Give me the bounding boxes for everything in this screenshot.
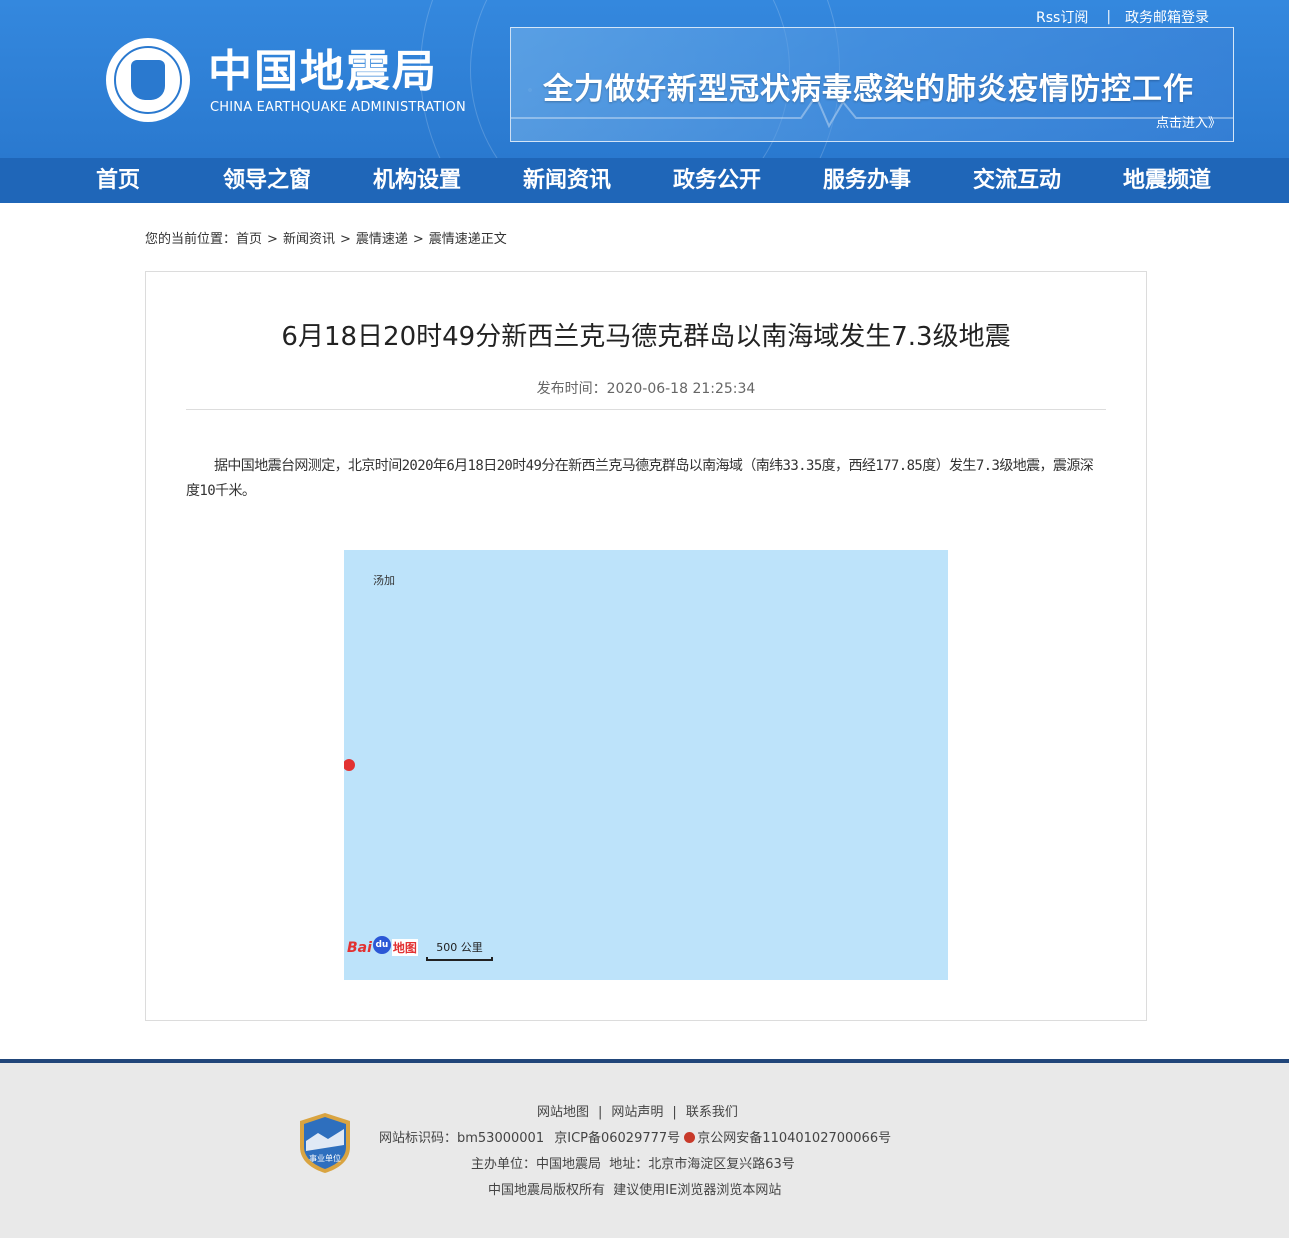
nav-item-earthquake-channel[interactable]: 地震频道 — [1123, 158, 1211, 203]
icp-link[interactable]: 京ICP备06029777号 — [554, 1131, 680, 1146]
footer-link-separator: | — [672, 1105, 677, 1120]
article-panel: 6月18日20时49分新西兰克马德克群岛以南海域发生7.3级地震 发布时间：20… — [145, 271, 1147, 1021]
breadcrumb-item-news[interactable]: 新闻资讯 — [283, 232, 335, 247]
article-body: 据中国地震台网测定，北京时间2020年6月18日20时49分在新西兰克马德克群岛… — [186, 458, 1094, 499]
article-publish-time: 发布时间：2020-06-18 21:25:34 — [536, 381, 756, 397]
article-divider — [186, 409, 1106, 410]
map-scale-bar: 500 公里 — [426, 939, 493, 961]
map-place-label: 汤加 — [373, 574, 395, 587]
footer-link-separator: | — [598, 1105, 603, 1120]
epidemic-banner[interactable]: 全力做好新型冠状病毒感染的肺炎疫情防控工作 点击进入》 — [510, 27, 1234, 142]
nav-item-interaction[interactable]: 交流互动 — [973, 158, 1061, 203]
baidu-logo-text: Bai — [347, 940, 372, 956]
article-title: 6月18日20时49分新西兰克马德克群岛以南海域发生7.3级地震 — [281, 322, 1011, 352]
breadcrumb-item-home[interactable]: 首页 — [236, 232, 262, 247]
emblem-core — [131, 60, 165, 100]
footer-link-contact[interactable]: 联系我们 — [686, 1105, 738, 1120]
breadcrumb-item-current: 震情速递正文 — [428, 232, 507, 247]
map-scale-label: 500 公里 — [436, 941, 483, 954]
nav-item-organization[interactable]: 机构设置 — [373, 158, 461, 203]
nav-item-news[interactable]: 新闻资讯 — [523, 158, 611, 203]
baidu-ditu-text: 地图 — [391, 939, 418, 956]
site-code-text: 网站标识码：bm53000001 — [379, 1131, 545, 1146]
breadcrumb: 您的当前位置：首页 > 新闻资讯 > 震情速递 > 震情速递正文 — [145, 228, 507, 247]
epicenter-marker[interactable] — [344, 759, 355, 771]
police-record-link[interactable]: 京公网安备11040102700066号 — [697, 1131, 891, 1146]
footer-host-line: 主办单位：中国地震局 地址：北京市海淀区复兴路63号 — [471, 1157, 795, 1172]
top-links-separator: | — [1106, 9, 1112, 25]
footer-link-statement[interactable]: 网站声明 — [611, 1105, 663, 1120]
banner-title: 全力做好新型冠状病毒感染的肺炎疫情防控工作 — [543, 72, 1194, 107]
public-institution-badge[interactable]: 事业单位 — [298, 1111, 352, 1175]
nav-item-services[interactable]: 服务办事 — [823, 158, 911, 203]
police-badge-icon — [684, 1132, 696, 1143]
badge-label: 事业单位 — [309, 1153, 341, 1163]
map-scale-line — [426, 957, 493, 961]
footer-copyright-line: 中国地震局版权所有 建议使用IE浏览器浏览本网站 — [488, 1183, 782, 1198]
nav-item-leadership[interactable]: 领导之窗 — [223, 158, 311, 203]
nav-item-gov-affairs[interactable]: 政务公开 — [673, 158, 761, 203]
emblem-ring — [114, 46, 182, 114]
epicenter-map[interactable]: 汤加 Bai du 地图 500 公里 — [344, 550, 948, 980]
baidu-map-logo[interactable]: Bai du 地图 — [347, 932, 418, 956]
cea-emblem-logo[interactable] — [106, 38, 190, 122]
main-nav: 首页 领导之窗 机构设置 新闻资讯 政务公开 服务办事 交流互动 地震频道 — [0, 158, 1289, 203]
site-footer: 事业单位 网站地图 | 网站声明 | 联系我们 网站标识码：bm53000001 京IC… — [0, 1063, 1289, 1238]
rss-link[interactable]: Rss订阅 — [1036, 7, 1088, 27]
breadcrumb-separator: > — [267, 232, 278, 247]
site-header: Rss订阅 | 政务邮箱登录 中国地震局 CHINA EARTHQUAKE AD… — [0, 0, 1289, 158]
gov-mail-login-link[interactable]: 政务邮箱登录 — [1125, 7, 1209, 27]
banner-enter-link[interactable]: 点击进入》 — [1156, 112, 1221, 131]
site-logo-en: CHINA EARTHQUAKE ADMINISTRATION — [210, 100, 466, 115]
footer-link-sitemap[interactable]: 网站地图 — [537, 1105, 589, 1120]
breadcrumb-separator: > — [412, 232, 424, 247]
footer-id-line: 网站标识码：bm53000001 京ICP备06029777号 京公网安备110… — [379, 1126, 891, 1152]
footer-links: 网站地图 | 网站声明 | 联系我们 — [537, 1100, 738, 1126]
breadcrumb-item-quake-express[interactable]: 震情速递 — [356, 232, 408, 247]
nav-item-home[interactable]: 首页 — [96, 158, 140, 203]
breadcrumb-separator: > — [339, 232, 351, 247]
top-links: Rss订阅 | 政务邮箱登录 — [1036, 7, 1209, 27]
breadcrumb-prefix: 您的当前位置： — [145, 232, 237, 247]
site-logo-cn[interactable]: 中国地震局 — [208, 46, 438, 98]
baidu-paw-icon: du — [372, 936, 391, 954]
